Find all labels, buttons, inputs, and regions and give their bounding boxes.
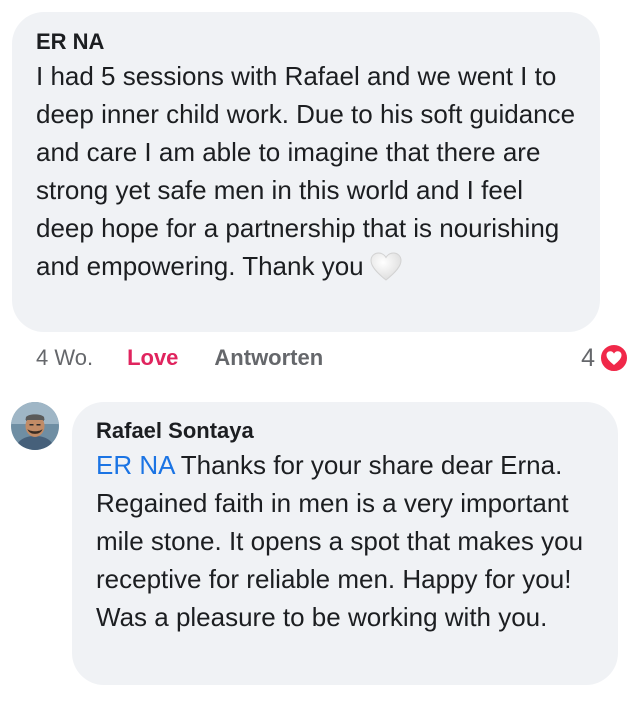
avatar-image bbox=[11, 402, 59, 450]
reply-bubble: Rafael Sontaya ER NA Thanks for your sha… bbox=[72, 402, 618, 685]
reply-author[interactable]: Rafael Sontaya bbox=[96, 418, 594, 444]
comment-actions: 4 Wo. Love Antworten bbox=[36, 340, 323, 376]
avatar[interactable] bbox=[11, 402, 59, 450]
comment-thread: ER NA I had 5 sessions with Rafael and w… bbox=[0, 0, 644, 701]
comment-bubble: ER NA I had 5 sessions with Rafael and w… bbox=[12, 12, 600, 332]
comment-timestamp[interactable]: 4 Wo. bbox=[36, 345, 93, 371]
comment-author[interactable]: ER NA bbox=[36, 29, 576, 55]
mention-link[interactable]: ER NA bbox=[96, 450, 174, 480]
love-reaction-button[interactable]: Love bbox=[127, 345, 178, 371]
reply-text-block: ER NA Thanks for your share dear Erna. R… bbox=[96, 446, 594, 636]
comment-text: I had 5 sessions with Rafael and we went… bbox=[36, 61, 576, 281]
white-heart-icon bbox=[370, 252, 402, 281]
reaction-summary[interactable]: 4 bbox=[581, 340, 629, 376]
comment-text-block: I had 5 sessions with Rafael and we went… bbox=[36, 57, 576, 285]
reply-button[interactable]: Antworten bbox=[214, 345, 323, 371]
reaction-count: 4 bbox=[581, 343, 595, 372]
heart-reaction-icon bbox=[599, 343, 629, 373]
